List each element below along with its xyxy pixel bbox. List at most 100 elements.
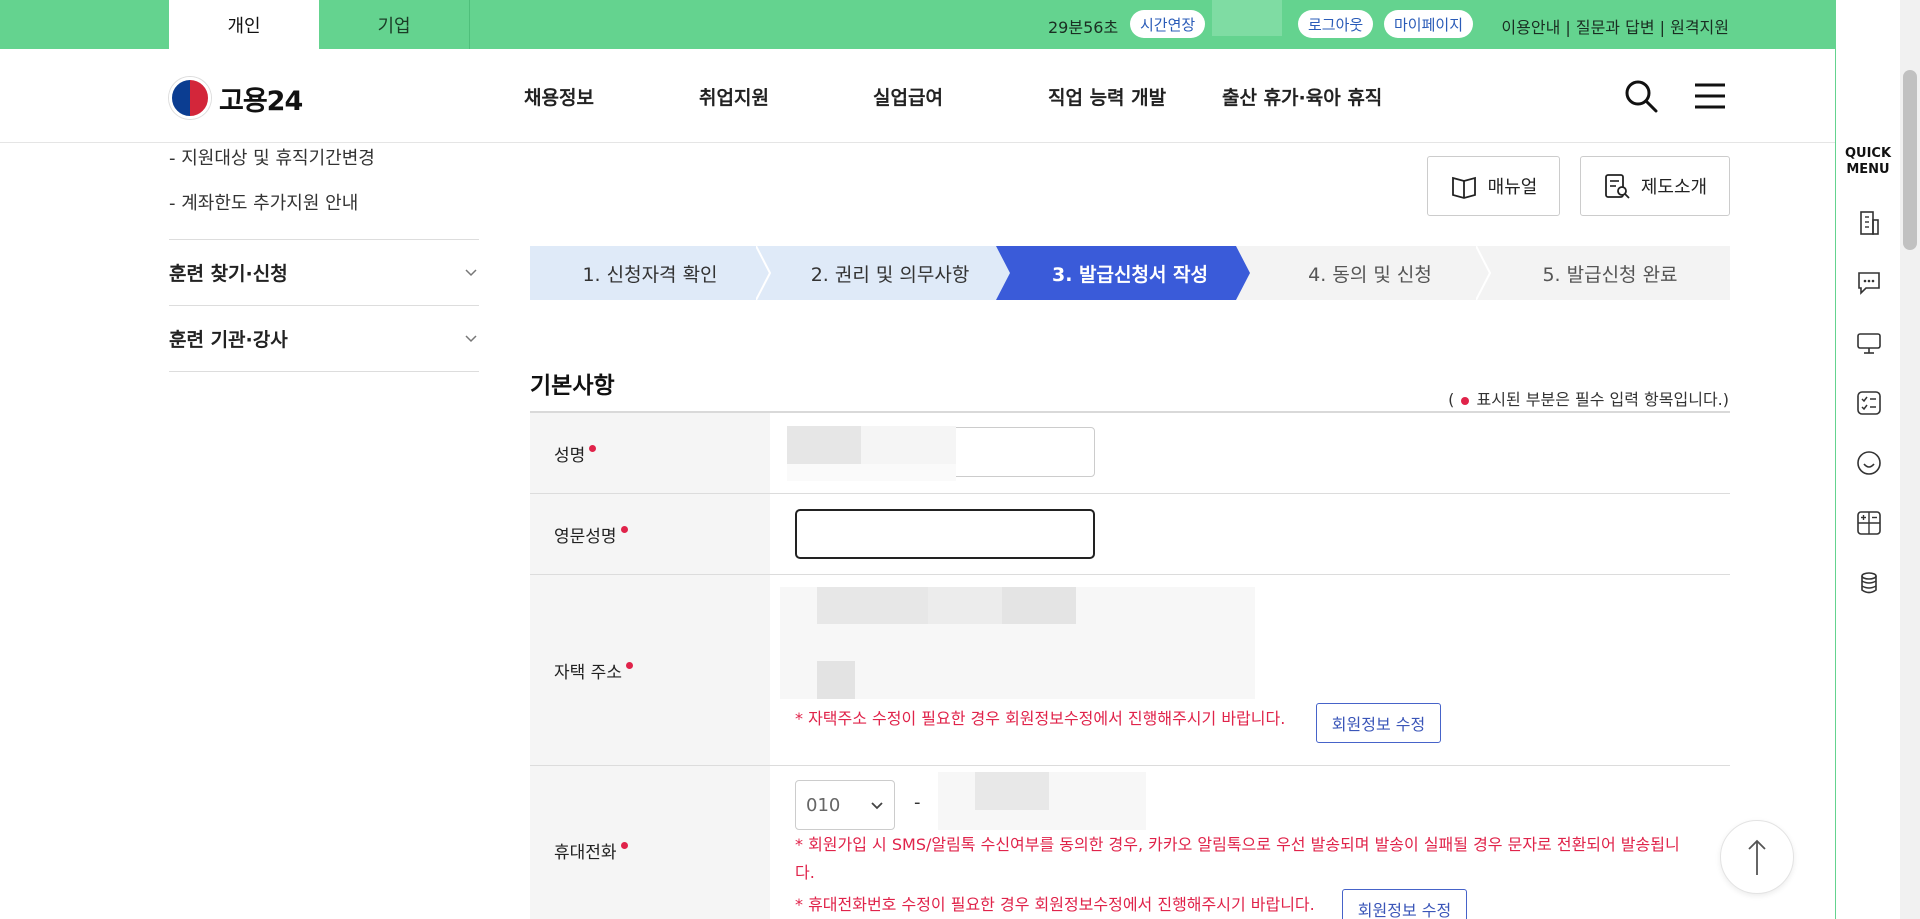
logo-text: 고용24	[219, 85, 303, 117]
edit-member-info-button[interactable]: 회원정보 수정	[1316, 703, 1441, 743]
address-label-text: 자택 주소	[554, 662, 622, 683]
arrow-up-icon	[1748, 839, 1766, 875]
user-name-redacted	[1212, 0, 1282, 36]
lnb-group-training-institution[interactable]: 훈련 기관·강사	[169, 305, 479, 371]
top-utility-bar: 개인 기업 29분56초 시간연장 로그아웃 마이페이지 이용안내 | 질문과 …	[0, 0, 1835, 49]
building-icon[interactable]	[1855, 209, 1883, 237]
mypage-button[interactable]: 마이페이지	[1384, 10, 1474, 38]
phone-notice-line1: * 회원가입 시 SMS/알림톡 수신여부를 동의한 경우, 카카오 알림톡으로…	[795, 835, 1680, 854]
lnb-divider	[169, 371, 479, 372]
nav-skills-development[interactable]: 직업 능력 개발	[1048, 83, 1166, 110]
lnb-subitem-eligibility[interactable]: - 지원대상 및 휴직기간변경	[169, 144, 375, 170]
required-note: ( 표시된 부분은 필수 입력 항목입니다.)	[1448, 386, 1729, 410]
phone-warning: * 휴대전화번호 수정이 필요한 경우 회원정보수정에서 진행해주시기 바랍니다…	[795, 895, 1315, 914]
step-arrow	[1476, 246, 1492, 300]
logout-button[interactable]: 로그아웃	[1298, 10, 1374, 38]
step-3-current: 3. 발급신청서 작성	[1010, 246, 1264, 300]
program-intro-button-label: 제도소개	[1640, 177, 1708, 198]
quick-menu: QUICK MENU	[1835, 0, 1900, 919]
step-arrow	[1716, 246, 1730, 300]
address-warning: * 자택주소 수정이 필요한 경우 회원정보수정에서 진행해주시기 바랍니다.	[795, 709, 1286, 728]
name-field-cell	[770, 413, 1730, 493]
required-dot-icon	[589, 444, 597, 452]
step-1: 1. 신청자격 확인	[530, 246, 772, 300]
required-dot-icon	[625, 661, 633, 669]
scrollbar-thumb[interactable]	[1903, 70, 1917, 250]
phone-field-cell: 010 - * 회원가입 시 SMS/알림톡 수신여부를 동의한 경우, 카카오…	[770, 766, 1730, 919]
site-header: 고용24 채용정보 취업지원 실업급여 직업 능력 개발 출산 휴가·육아 휴직	[0, 49, 1835, 143]
lnb-subitem-account-limit[interactable]: - 계좌한도 추가지원 안내	[169, 189, 358, 215]
english-name-input[interactable]	[795, 509, 1095, 559]
phone-label-text: 휴대전화	[554, 843, 617, 863]
phone-dash: -	[914, 792, 921, 813]
tab-business[interactable]: 기업	[319, 0, 469, 49]
step-label: 3. 발급신청서 작성	[1051, 263, 1209, 286]
chat-bubble-icon[interactable]	[1855, 269, 1883, 297]
checklist-icon[interactable]	[1855, 389, 1883, 417]
name-redacted	[787, 464, 956, 481]
chevron-down-icon	[465, 268, 477, 276]
form-row-address: 자택 주소 * 자택주소 수정이 필요한 경우 회원정보수정에서 진행해주시기 …	[530, 575, 1730, 766]
progress-stepper: 1. 신청자격 확인 2. 권리 및 의무사항 3. 발급신청서 작성 4. 동…	[530, 246, 1730, 300]
name-label: 성명	[530, 413, 770, 493]
phone-notice-line1b: 다.	[795, 863, 815, 882]
hamburger-menu-icon[interactable]	[1693, 79, 1727, 113]
monitor-icon[interactable]	[1855, 329, 1883, 357]
phone-number-redacted	[975, 772, 1049, 810]
form-row-name: 성명	[530, 413, 1730, 494]
required-dot-icon	[620, 525, 628, 533]
nav-unemployment-benefit[interactable]: 실업급여	[873, 83, 943, 110]
book-icon	[1451, 176, 1476, 199]
extend-session-button[interactable]: 시간연장	[1130, 10, 1206, 38]
quick-title-line1: QUICK	[1844, 146, 1892, 161]
eng-name-field-cell	[770, 494, 1730, 574]
form-row-eng-name: 영문성명	[530, 494, 1730, 575]
required-note-text: 표시된 부분은 필수 입력 항목입니다.)	[1476, 390, 1729, 409]
eng-name-label-text: 영문성명	[554, 526, 617, 547]
step-label: 5. 발급신청 완료	[1542, 263, 1678, 286]
address-redacted	[817, 661, 855, 699]
phone-label: 휴대전화	[530, 766, 770, 919]
name-redacted	[861, 426, 956, 464]
scroll-to-top-button[interactable]	[1720, 820, 1794, 894]
name-label-text: 성명	[554, 445, 586, 466]
lnb-group-label: 훈련 찾기·신청	[169, 263, 288, 285]
lnb-group-find-training[interactable]: 훈련 찾기·신청	[169, 239, 479, 305]
chevron-down-icon	[871, 802, 883, 810]
manual-button-label: 매뉴얼	[1487, 177, 1538, 198]
nav-employment-support[interactable]: 취업지원	[699, 83, 769, 110]
nav-jobs[interactable]: 채용정보	[524, 83, 594, 110]
required-note-open: (	[1448, 390, 1455, 409]
search-icon[interactable]	[1624, 79, 1658, 113]
quick-title-line2: MENU	[1846, 162, 1890, 177]
step-4: 4. 동의 및 신청	[1250, 246, 1492, 300]
program-intro-button[interactable]: 제도소개	[1580, 156, 1730, 216]
chevron-down-icon	[465, 334, 477, 342]
phone-notice: * 회원가입 시 SMS/알림톡 수신여부를 동의한 경우, 카카오 알림톡으로…	[795, 831, 1695, 887]
manual-button[interactable]: 매뉴얼	[1427, 156, 1560, 216]
document-search-icon	[1604, 174, 1630, 199]
smile-icon[interactable]	[1855, 449, 1883, 477]
address-redacted	[1002, 587, 1076, 624]
required-dot-icon	[1461, 396, 1470, 405]
utility-links[interactable]: 이용안내 | 질문과 답변 | 원격지원	[1501, 14, 1729, 38]
nav-parental-leave[interactable]: 출산 휴가·육아 휴직	[1222, 83, 1382, 110]
step-arrow	[756, 246, 772, 300]
tab-personal[interactable]: 개인	[169, 0, 319, 49]
coins-icon[interactable]	[1855, 569, 1883, 597]
phone-prefix-select[interactable]: 010	[795, 780, 895, 830]
address-label: 자택 주소	[530, 575, 770, 765]
taegeuk-logo-icon	[169, 77, 211, 119]
step-label: 2. 권리 및 의무사항	[810, 263, 970, 286]
step-5: 5. 발급신청 완료	[1490, 246, 1730, 300]
quick-menu-title: QUICK MENU	[1836, 146, 1900, 178]
site-logo[interactable]: 고용24	[169, 77, 303, 119]
step-label: 1. 신청자격 확인	[582, 263, 718, 286]
phone-prefix-value: 010	[806, 794, 841, 816]
address-redacted	[928, 587, 1002, 624]
step-arrow	[996, 246, 1024, 300]
required-dot-icon	[620, 842, 628, 849]
edit-member-info-button-phone[interactable]: 회원정보 수정	[1342, 889, 1467, 919]
calculator-icon[interactable]	[1855, 509, 1883, 537]
address-field-cell: * 자택주소 수정이 필요한 경우 회원정보수정에서 진행해주시기 바랍니다. …	[770, 575, 1730, 765]
